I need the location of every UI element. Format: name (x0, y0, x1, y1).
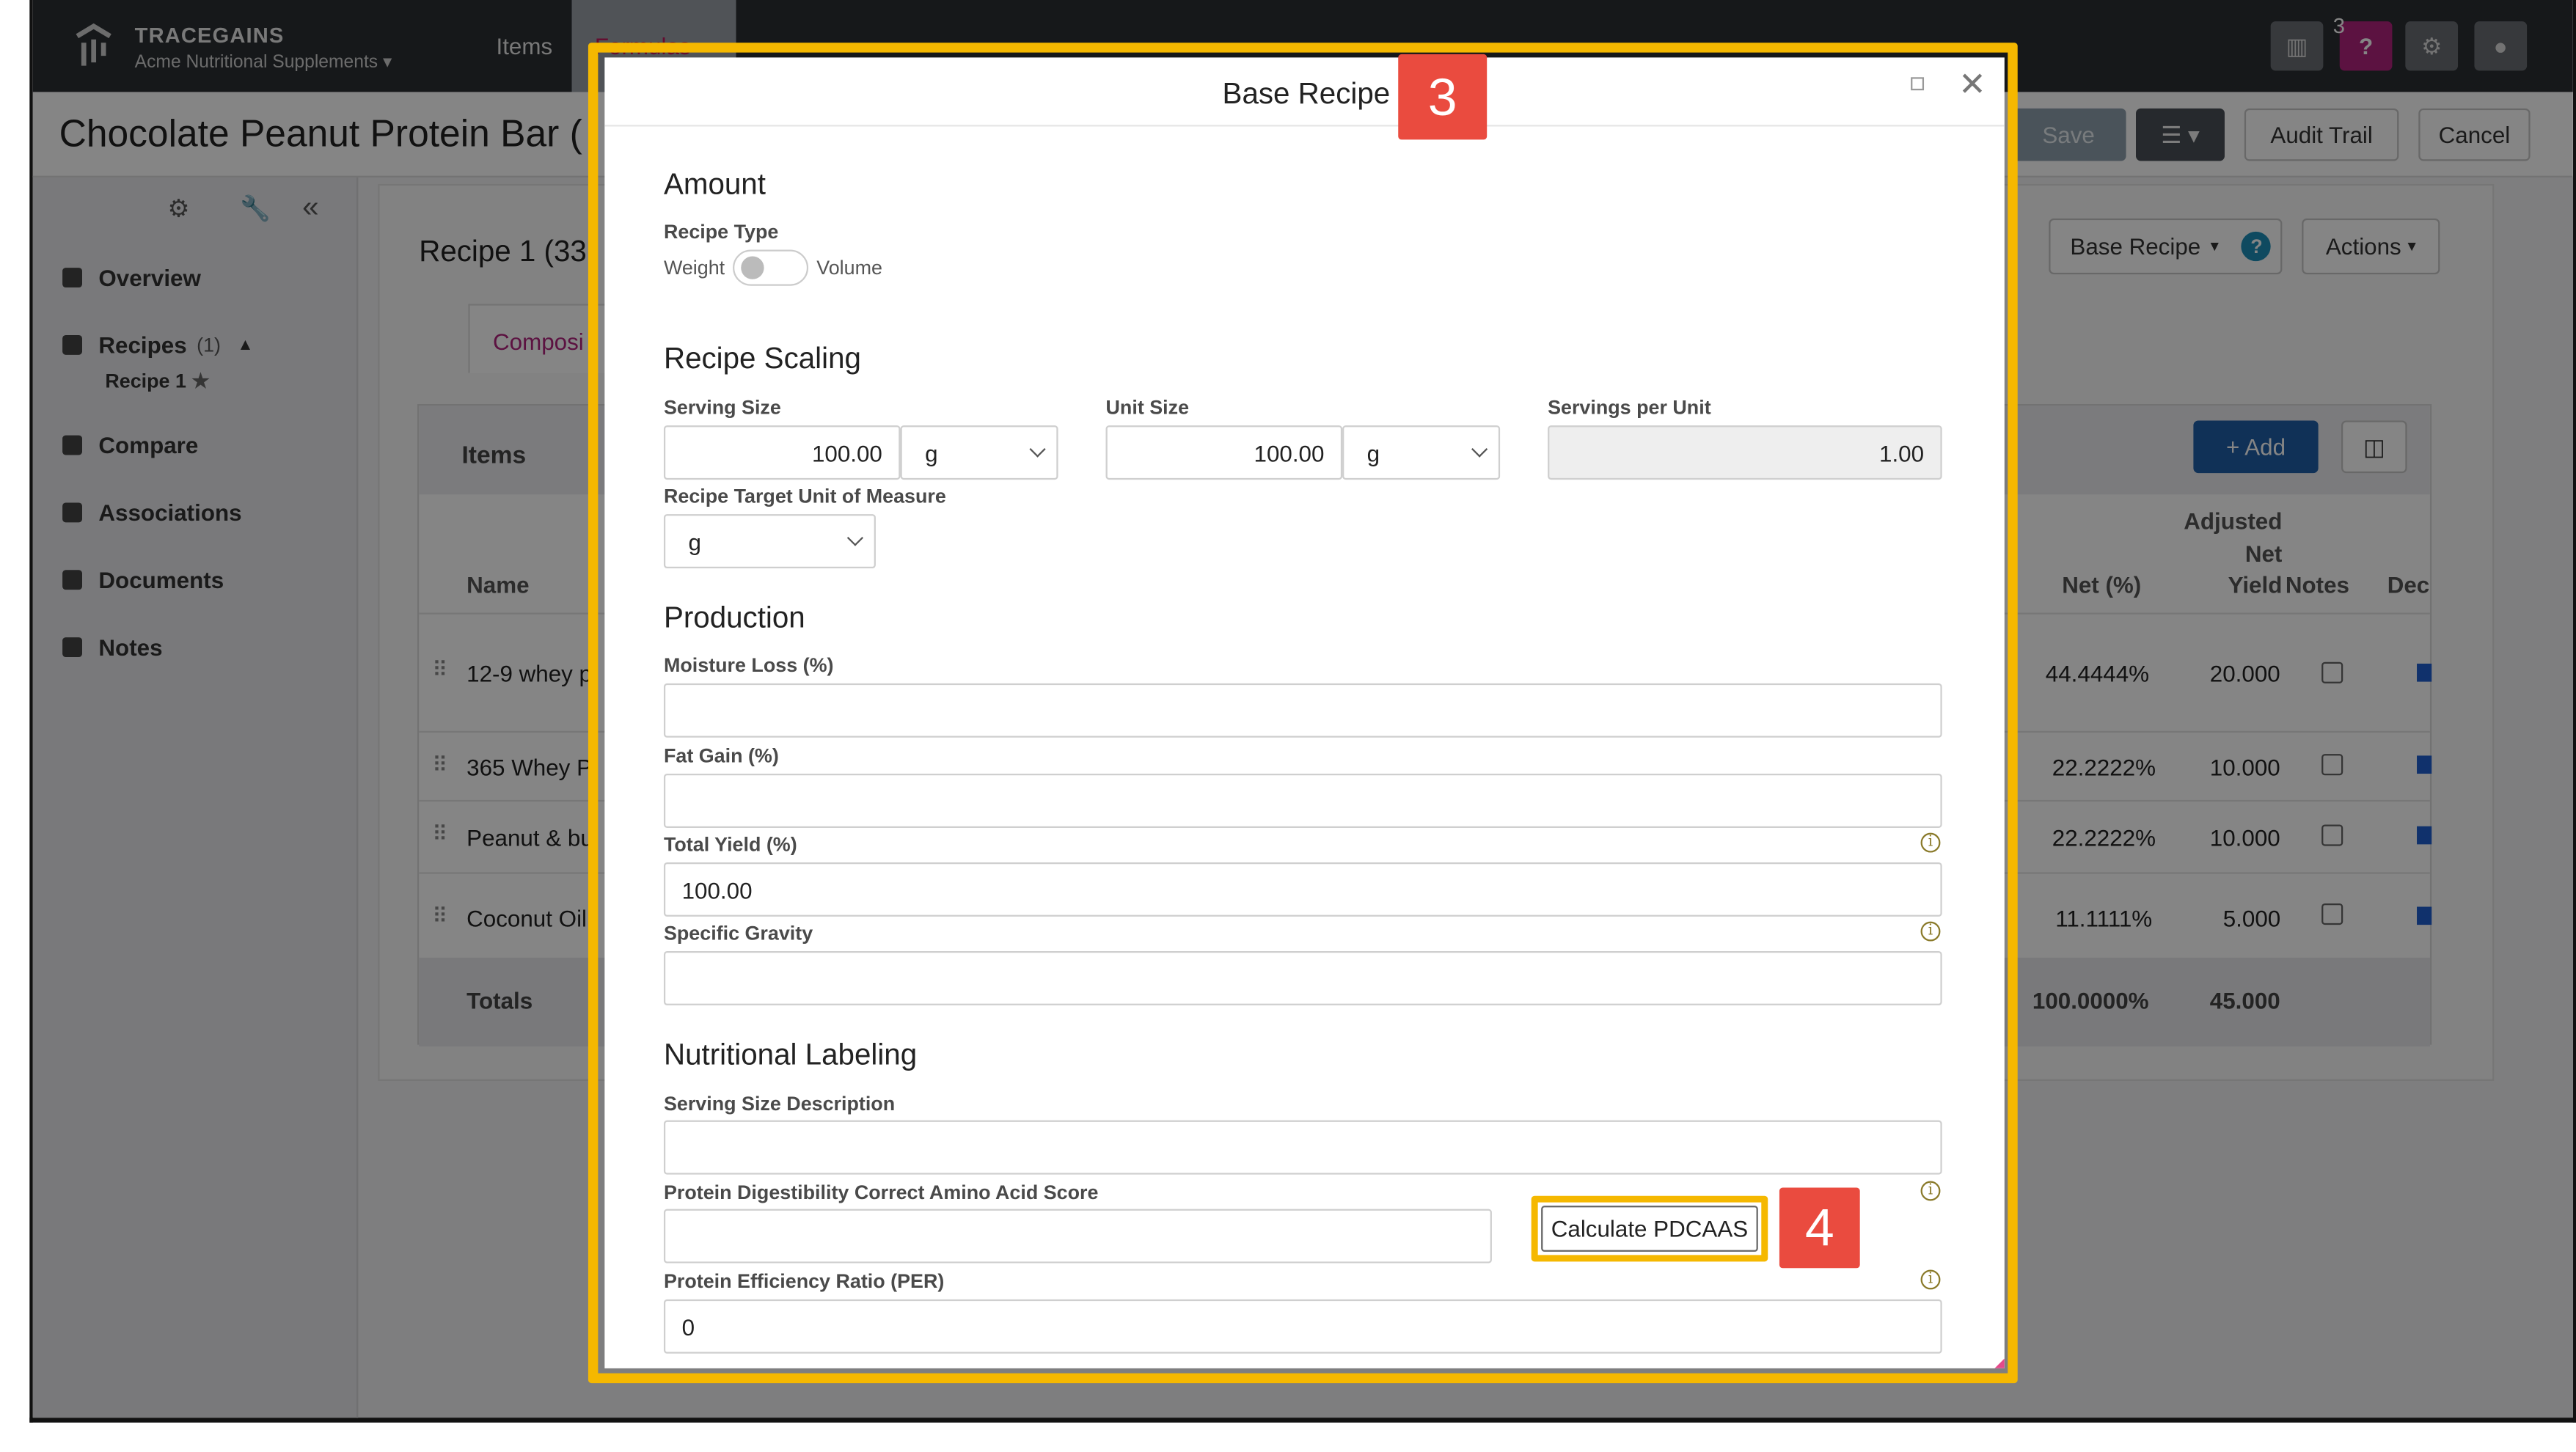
fat-gain-input[interactable] (663, 774, 1942, 828)
weight-label: Weight (663, 256, 725, 279)
serving-size-description-input[interactable] (663, 1120, 1942, 1175)
per-label: Protein Efficiency Ratio (PER) (663, 1269, 945, 1293)
target-uom-select[interactable]: g (663, 514, 876, 569)
recipe-type-label: Recipe Type (663, 220, 779, 243)
calculate-pdcaas-button[interactable]: Calculate PDCAAS (1541, 1206, 1758, 1252)
section-production: Production (663, 601, 805, 634)
fat-gain-label: Fat Gain (%) (663, 744, 779, 768)
serving-size-unit-select[interactable]: g (900, 425, 1058, 480)
maximize-icon[interactable] (1911, 77, 1925, 91)
section-nutritional-labeling: Nutritional Labeling (663, 1038, 918, 1071)
toggle-knob (741, 256, 764, 279)
unit-size-label: Unit Size (1105, 395, 1190, 419)
chevron-down-icon (1471, 441, 1488, 458)
callout-badge-3: 3 (1398, 54, 1488, 140)
serving-size-input[interactable]: 100.00 (663, 425, 901, 480)
servings-per-unit-label: Servings per Unit (1548, 395, 1711, 419)
modal-title: Base Recipe (1222, 77, 1391, 111)
unit-size-unit-select[interactable]: g (1342, 425, 1501, 480)
recipe-type-toggle[interactable] (733, 249, 809, 286)
specific-gravity-input[interactable] (663, 950, 1942, 1005)
per-input[interactable]: 0 (663, 1299, 1942, 1354)
total-yield-input[interactable]: 100.00 (663, 862, 1942, 917)
pdcaas-label: Protein Digestibility Correct Amino Acid… (663, 1181, 1099, 1204)
moisture-loss-label: Moisture Loss (%) (663, 653, 834, 677)
servings-per-unit-field: 1.00 (1548, 425, 1942, 480)
callout-badge-4: 4 (1779, 1187, 1860, 1269)
close-icon[interactable]: ✕ (1958, 64, 1986, 105)
volume-label: Volume (816, 256, 882, 279)
specific-gravity-label: Specific Gravity (663, 921, 813, 945)
serving-size-description-label: Serving Size Description (663, 1092, 896, 1115)
moisture-loss-input[interactable] (663, 683, 1942, 738)
resize-handle-icon[interactable] (1994, 1358, 2005, 1368)
info-icon[interactable]: i (1920, 1181, 1941, 1201)
info-icon[interactable]: i (1920, 921, 1941, 942)
section-recipe-scaling: Recipe Scaling (663, 341, 861, 375)
info-icon[interactable]: i (1920, 1269, 1941, 1290)
info-icon[interactable]: i (1920, 832, 1941, 853)
section-amount: Amount (663, 167, 766, 201)
chevron-down-icon (846, 529, 864, 546)
pdcaas-input[interactable] (663, 1209, 1492, 1264)
serving-size-label: Serving Size (663, 395, 781, 419)
base-recipe-modal: Base Recipe ✕ Amount Recipe Type Weight … (604, 57, 2005, 1368)
total-yield-label: Total Yield (%) (663, 832, 797, 857)
target-uom-label: Recipe Target Unit of Measure (663, 484, 946, 508)
chevron-down-icon (1029, 441, 1046, 458)
unit-size-input[interactable]: 100.00 (1105, 425, 1343, 480)
